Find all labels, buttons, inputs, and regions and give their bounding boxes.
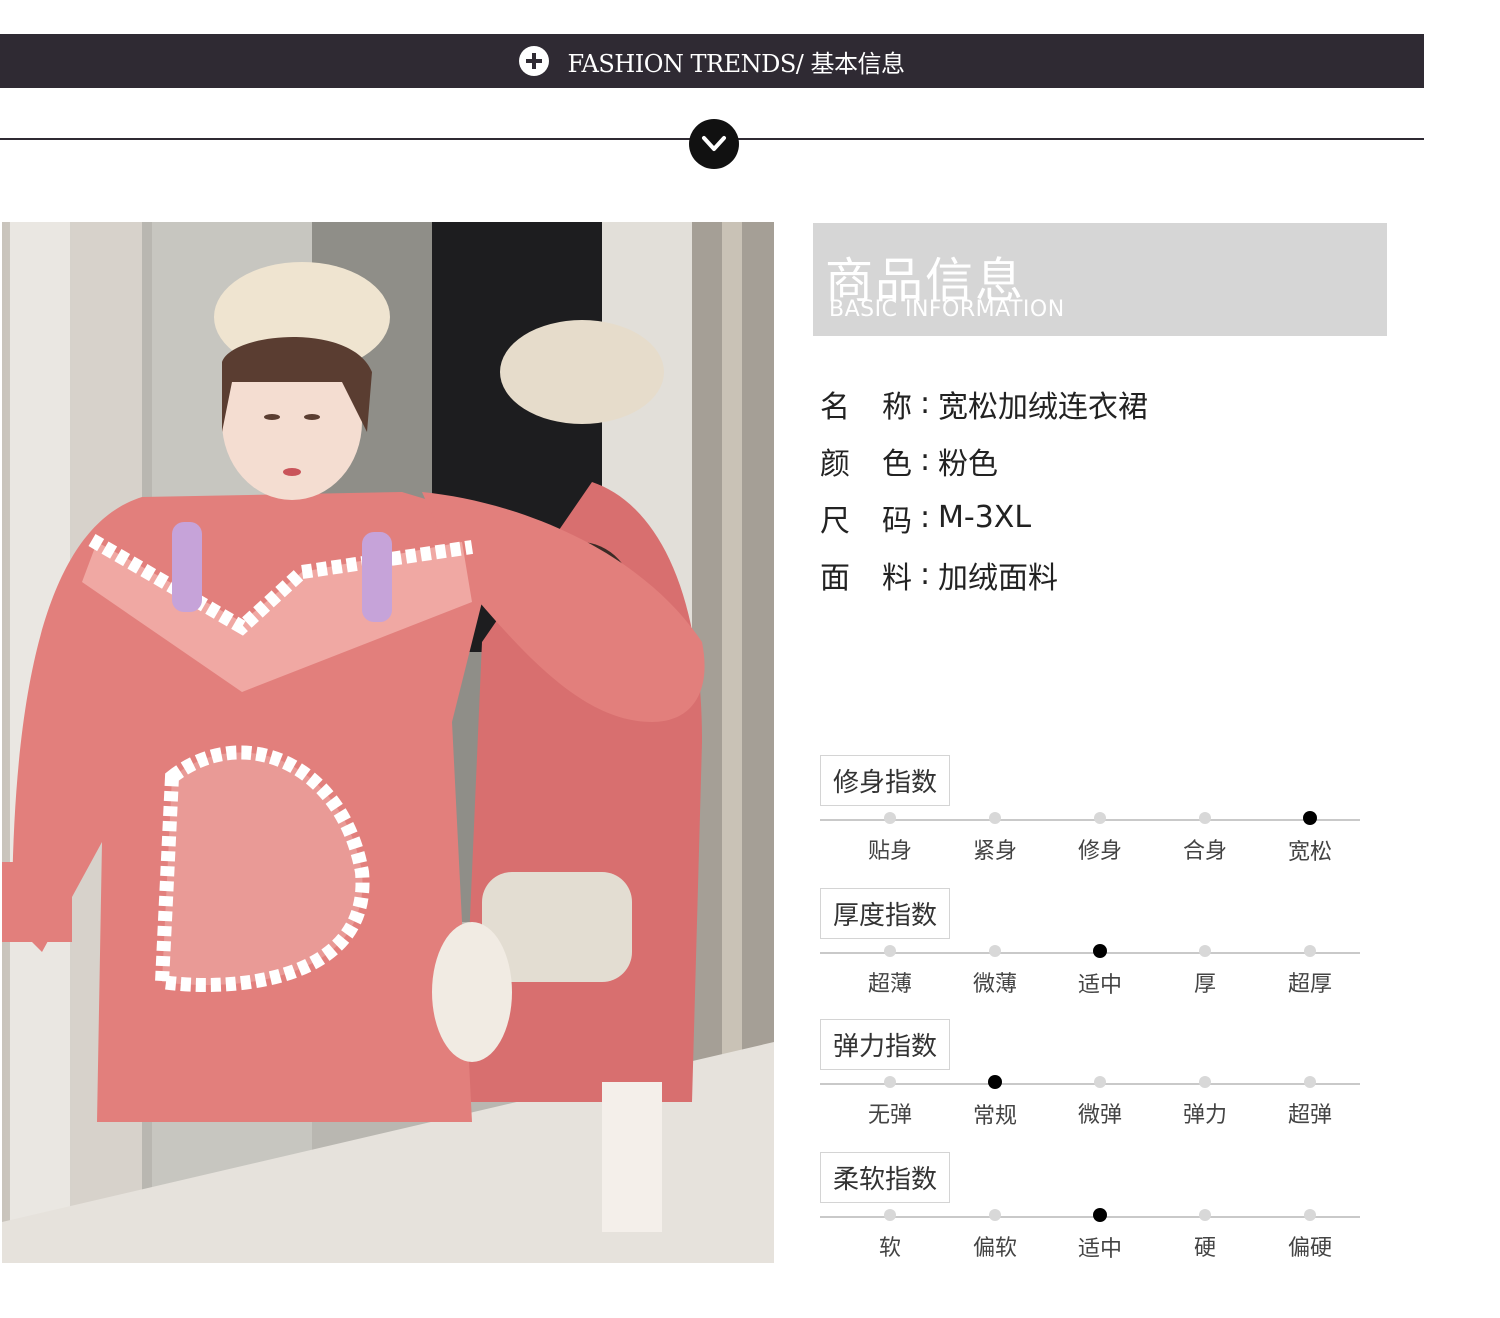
index-option: 微弹 [1045,1076,1155,1129]
attribute-list: 名称 : 宽松加绒连衣裙 颜色 : 粉色 尺码 : M-3XL 面料 : 加绒面… [820,375,1148,603]
option-label: 微薄 [972,972,1017,997]
info-title-en: BASIC INFORMATION [829,297,1065,322]
index-label: 厚度指数 [820,888,951,939]
attribute-key: 名称 [820,389,912,425]
index-option: 宽松 [1255,811,1365,866]
fit-index: 修身指数 贴身 紧身 修身 合身 宽松 [820,755,1365,885]
scale-dot [884,1209,896,1221]
index-label: 修身指数 [820,755,951,806]
index-option: 厚 [1150,945,1260,998]
attribute-row: 面料 : 加绒面料 [820,546,1148,603]
attribute-value: 加绒面料 [938,560,1058,596]
option-label: 硬 [1193,1236,1216,1261]
attribute-colon: : [920,386,931,421]
basic-info-header: 商品信息 BASIC INFORMATION [813,223,1387,336]
option-label: 软 [878,1236,901,1261]
attribute-value: 宽松加绒连衣裙 [938,389,1148,425]
header-banner: FASHION TRENDS/ 基本信息 [0,34,1424,88]
index-option: 偏硬 [1255,1209,1365,1262]
option-label: 偏软 [972,1236,1017,1261]
scale-dot [989,812,1001,824]
index-option: 软 [835,1209,945,1262]
option-label: 贴身 [867,839,912,864]
index-option: 超厚 [1255,945,1365,998]
attribute-key: 面料 [820,560,912,596]
option-label: 宽松 [1287,840,1332,865]
attribute-value: M-3XL [938,500,1032,535]
scale-dot [1304,1076,1316,1088]
scale-dot [989,945,1001,957]
option-label: 超厚 [1287,972,1332,997]
index-option: 适中 [1045,1208,1155,1263]
index-label: 柔软指数 [820,1152,951,1203]
index-option: 硬 [1150,1209,1260,1262]
index-option: 微薄 [940,945,1050,998]
attribute-row: 名称 : 宽松加绒连衣裙 [820,375,1148,432]
scale-dot [1199,1209,1211,1221]
index-option: 超薄 [835,945,945,998]
scale-dot [1304,1209,1316,1221]
scale-dot [1199,945,1211,957]
plus-circle-icon [519,46,550,76]
scale-dot [988,1075,1002,1089]
scale-dot [884,945,896,957]
option-label: 合身 [1182,839,1227,864]
option-label: 适中 [1077,973,1122,998]
attribute-key: 颜色 [820,446,912,482]
scale-dot [884,1076,896,1088]
elasticity-index: 弹力指数 无弹 常规 微弹 弹力 超弹 [820,1019,1365,1149]
index-option: 紧身 [940,812,1050,865]
option-label: 弹力 [1182,1103,1227,1128]
attribute-key: 尺码 [820,503,912,539]
option-label: 无弹 [867,1103,912,1128]
softness-index: 柔软指数 软 偏软 适中 硬 偏硬 [820,1152,1365,1282]
attribute-colon: : [920,557,931,592]
chevron-down-icon [689,119,739,169]
attribute-row: 颜色 : 粉色 [820,432,1148,489]
banner-text: FASHION TRENDS/ 基本信息 [567,49,905,78]
attribute-colon: : [920,500,931,535]
scale-dot [1303,811,1317,825]
option-label: 修身 [1077,839,1122,864]
index-option: 弹力 [1150,1076,1260,1129]
option-label: 紧身 [972,839,1017,864]
option-label: 微弹 [1077,1103,1122,1128]
option-label: 厚 [1193,972,1216,997]
index-label: 弹力指数 [820,1019,951,1070]
index-option: 合身 [1150,812,1260,865]
attribute-value: 粉色 [938,446,998,482]
scale-dot [1094,812,1106,824]
scale-dot [1304,945,1316,957]
scale-dot [1199,812,1211,824]
option-label: 常规 [972,1104,1017,1129]
index-option: 贴身 [835,812,945,865]
scale-dot [1093,1208,1107,1222]
scale-dot [1094,1076,1106,1088]
scale-dot [1199,1076,1211,1088]
option-label: 超弹 [1287,1103,1332,1128]
product-photo [2,222,774,1263]
index-option: 常规 [940,1075,1050,1130]
option-label: 适中 [1077,1237,1122,1262]
index-option: 适中 [1045,944,1155,999]
index-option: 偏软 [940,1209,1050,1262]
index-option: 无弹 [835,1076,945,1129]
scale-dot [989,1209,1001,1221]
option-label: 偏硬 [1287,1236,1332,1261]
index-option: 修身 [1045,812,1155,865]
option-label: 超薄 [867,972,912,997]
scale-dot [1093,944,1107,958]
index-option: 超弹 [1255,1076,1365,1129]
attribute-row: 尺码 : M-3XL [820,489,1148,546]
thickness-index: 厚度指数 超薄 微薄 适中 厚 超厚 [820,888,1365,1018]
scale-dot [884,812,896,824]
attribute-colon: : [920,443,931,478]
